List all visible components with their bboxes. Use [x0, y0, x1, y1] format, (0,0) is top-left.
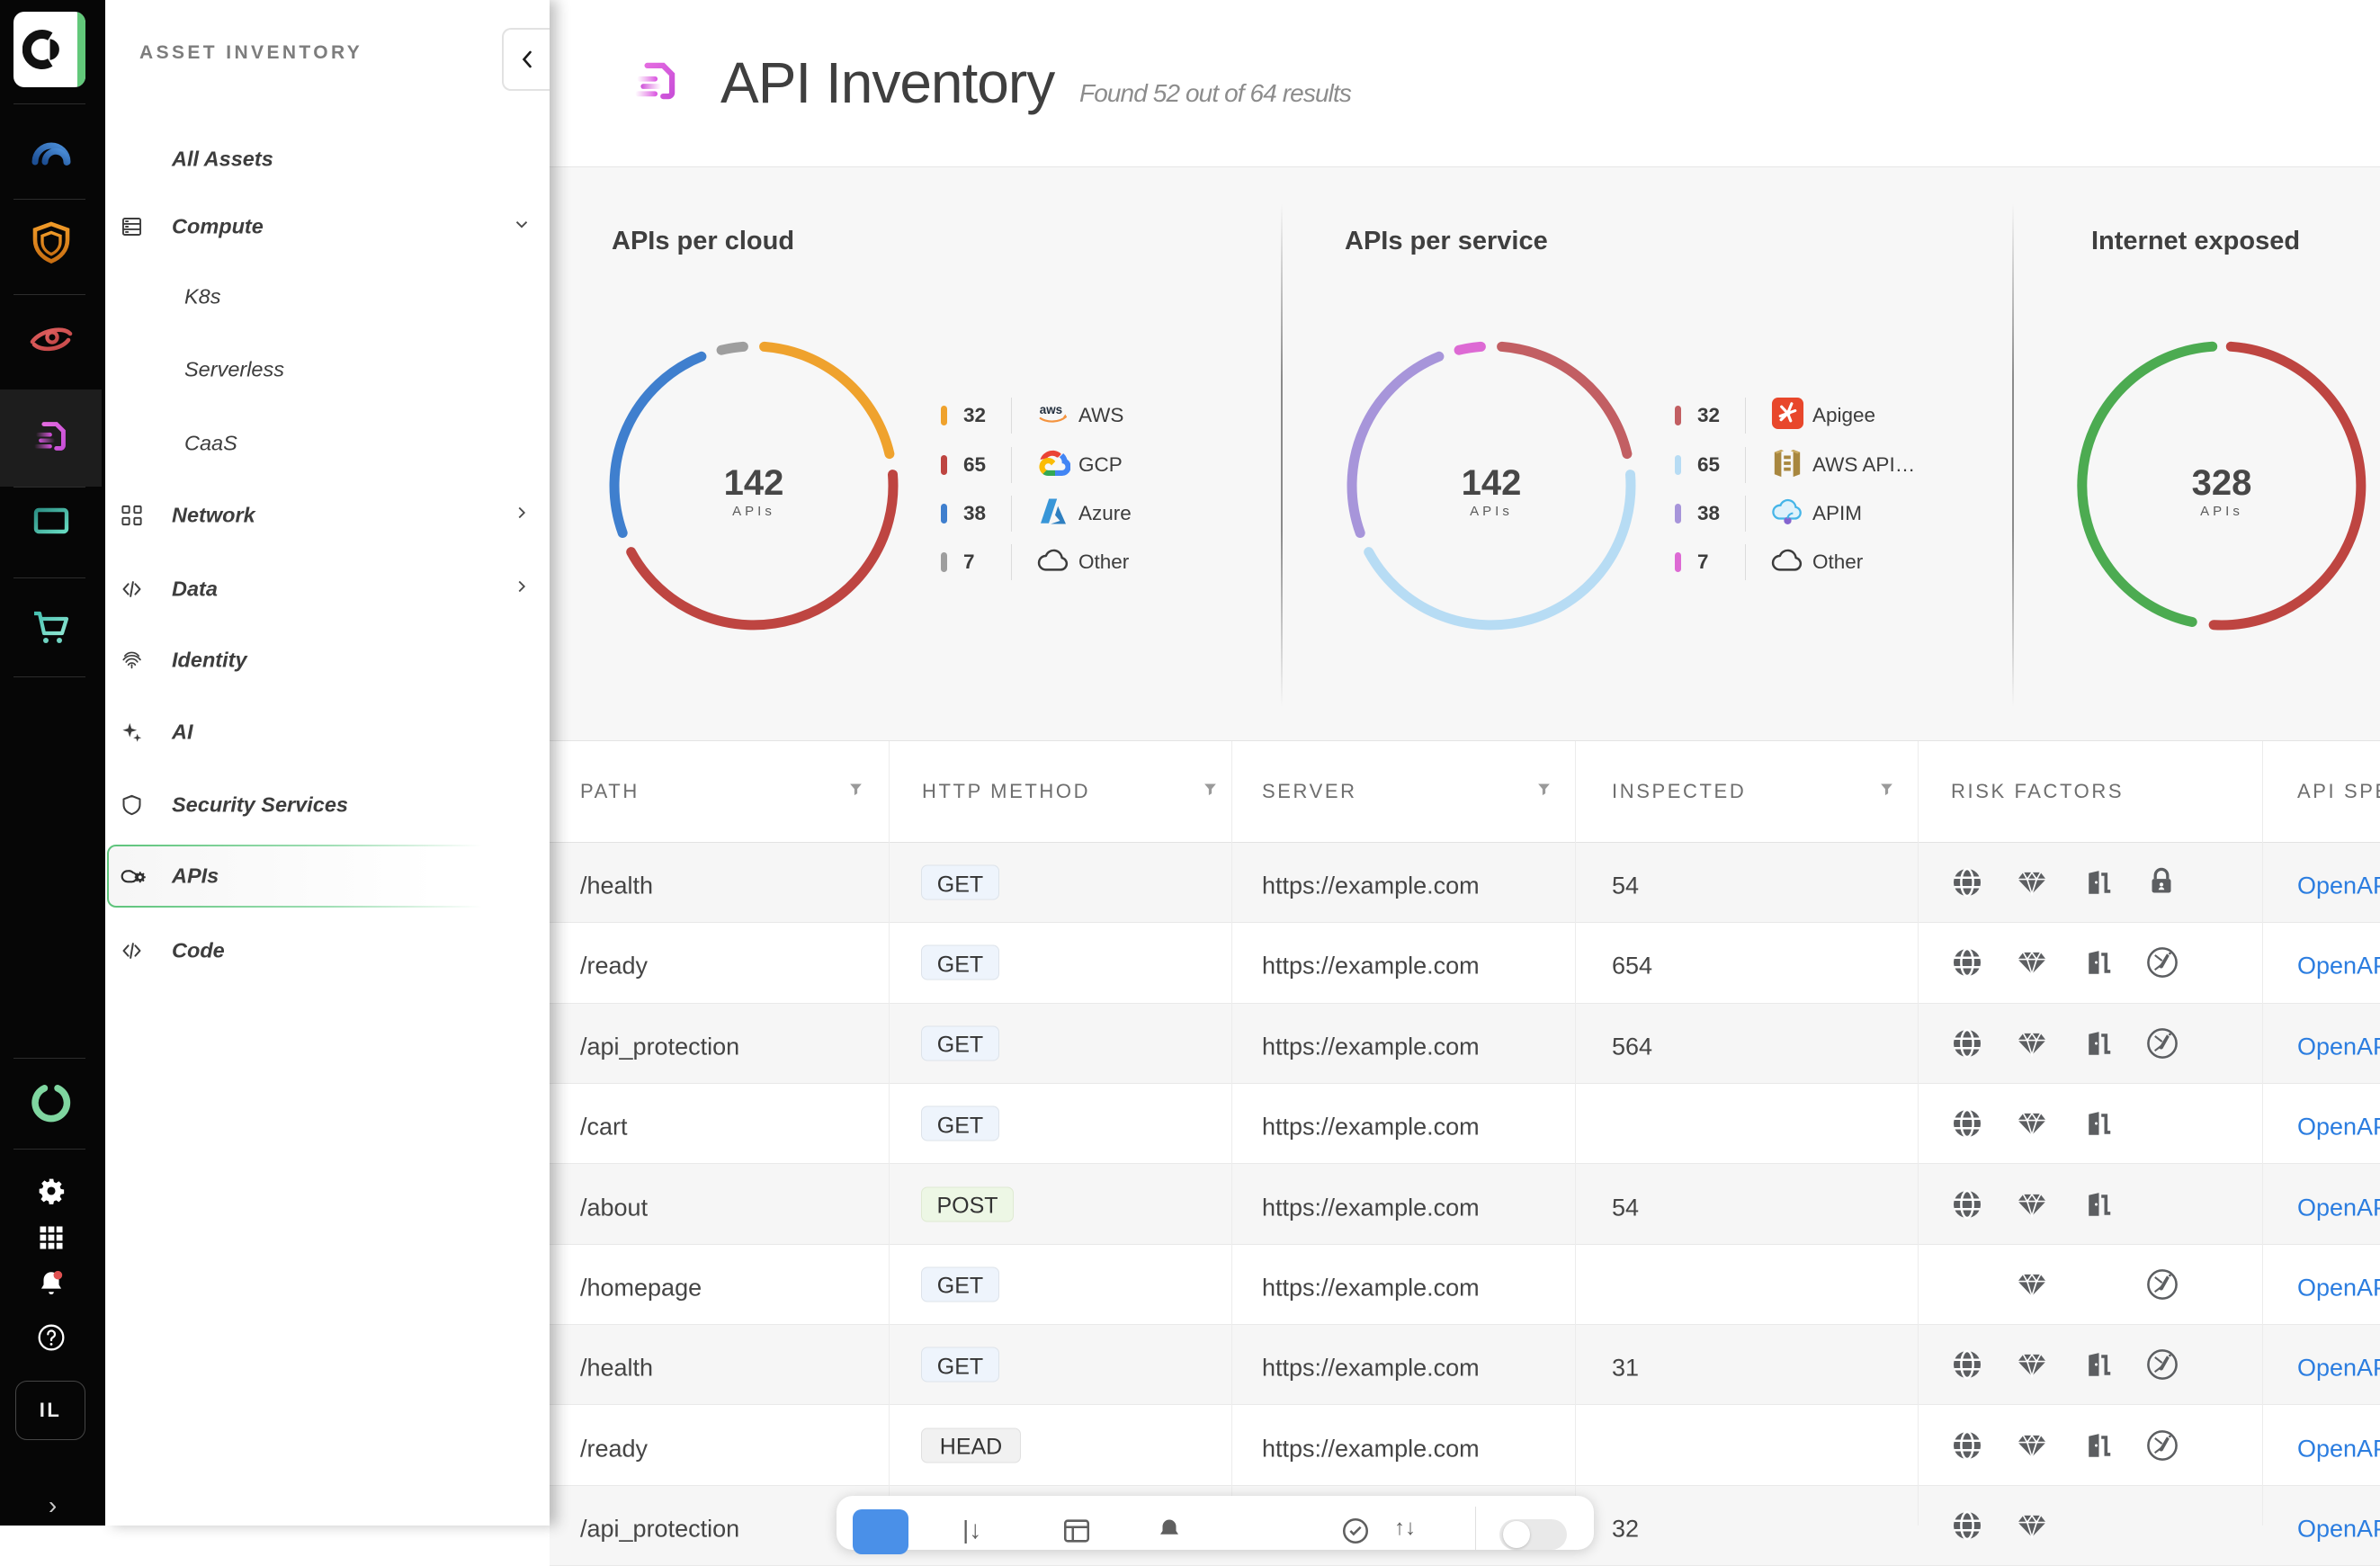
svg-text:aws: aws	[1039, 403, 1061, 416]
